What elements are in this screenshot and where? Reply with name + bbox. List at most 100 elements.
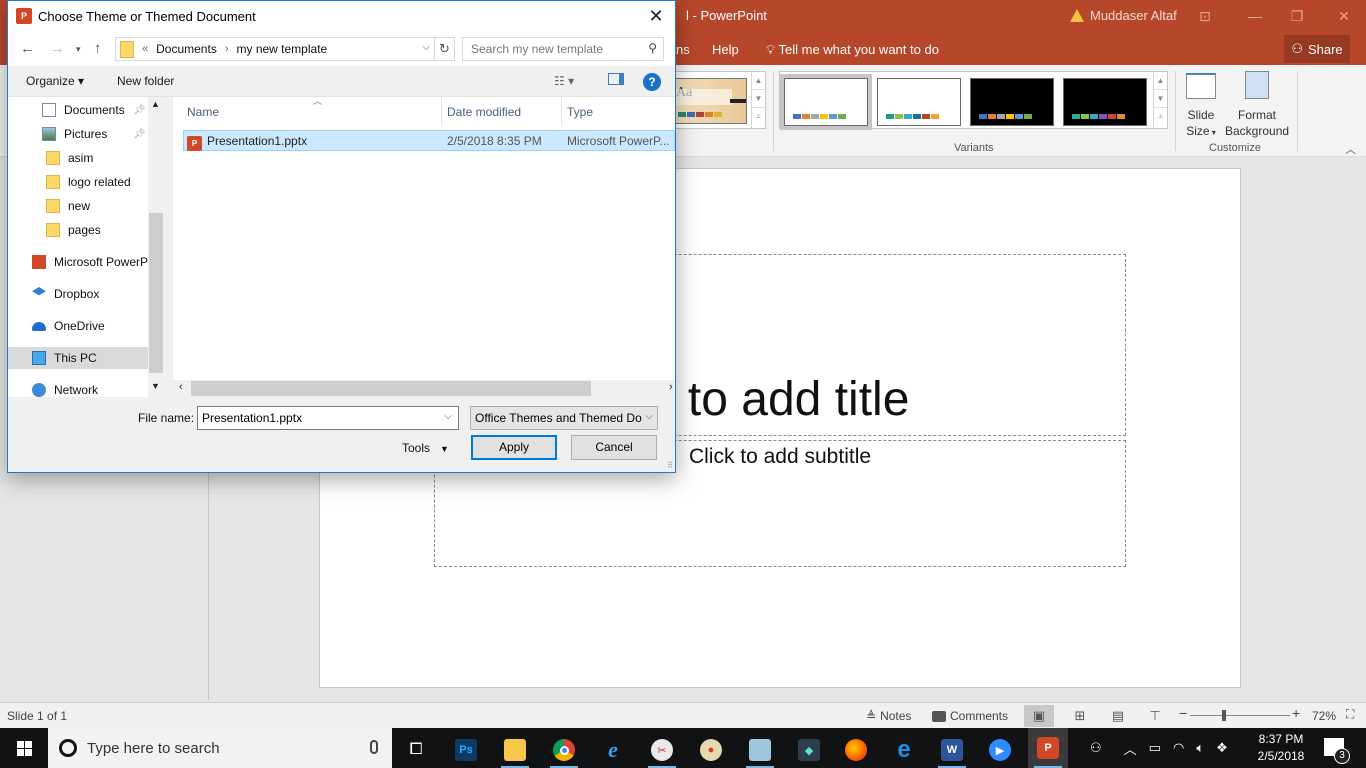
preview-pane-icon[interactable] — [608, 73, 624, 88]
back-arrow-icon[interactable]: ← — [20, 40, 35, 57]
zoom-slider-thumb[interactable] — [1222, 710, 1227, 721]
dropbox-tray-icon[interactable]: ❖ — [1216, 740, 1228, 756]
zoom-level[interactable]: 72% — [1312, 709, 1336, 723]
taskbar-app-chrome[interactable] — [544, 732, 584, 768]
folder-search-input[interactable]: Search my new template ⚲ — [462, 37, 664, 61]
nav-item-network[interactable]: Network — [8, 379, 148, 397]
resize-grip-icon[interactable]: ⠿ — [667, 461, 673, 470]
nav-item-documents[interactable]: Documents 📌︎ — [8, 99, 148, 121]
nav-pane-scroll-thumb[interactable] — [149, 213, 163, 373]
tell-me-search[interactable]: 💡︎ Tell me what you want to do — [766, 42, 939, 58]
up-arrow-icon[interactable]: ↑ — [94, 40, 102, 57]
variant-4[interactable] — [1063, 78, 1147, 126]
nav-item-pictures[interactable]: Pictures 📌︎ — [8, 123, 148, 145]
slideshow-icon[interactable]: ⊤ — [1140, 705, 1170, 727]
nav-item-microsoft-powerp[interactable]: Microsoft PowerP — [8, 251, 148, 273]
column-divider[interactable] — [441, 97, 442, 125]
ribbon-display-options-icon[interactable]: ⊡ — [1195, 6, 1215, 26]
file-type-select[interactable]: Office Themes and Themed Do ⌵ — [470, 406, 658, 430]
battery-icon[interactable]: ▭ — [1149, 740, 1161, 756]
comments-button[interactable]: Comments — [932, 709, 1008, 723]
nav-item-onedrive[interactable]: OneDrive — [8, 315, 148, 337]
variant-3[interactable] — [970, 78, 1054, 126]
taskbar-search[interactable]: Type here to search — [48, 728, 392, 768]
address-bar[interactable]: « Documents › my new template ⌵ ↻ — [115, 37, 455, 61]
dialog-close-button[interactable]: ✕ — [645, 5, 667, 27]
recent-locations-icon[interactable]: ▾ — [76, 44, 81, 55]
show-hidden-icons[interactable]: ︿ — [1124, 739, 1137, 758]
search-icon[interactable]: ⚲ — [648, 41, 657, 55]
taskbar-app-powerpoint[interactable]: P — [1028, 728, 1068, 768]
zoom-in-button[interactable]: + — [1292, 705, 1300, 721]
forward-arrow-icon[interactable]: → — [50, 40, 65, 57]
column-divider[interactable] — [561, 97, 562, 125]
column-header-date[interactable]: Date modified — [447, 105, 521, 119]
scroll-up-icon[interactable]: ▲ — [1154, 72, 1167, 90]
tab-animations-partial[interactable]: ns — [676, 42, 690, 57]
nav-item-new[interactable]: new — [8, 195, 148, 217]
apply-button[interactable]: Apply — [471, 435, 557, 460]
file-name-input[interactable]: Presentation1.pptx ⌵ — [197, 406, 459, 430]
file-list-hscrollbar[interactable]: ‹ › — [173, 380, 675, 397]
more-icon[interactable]: ⩡ — [1154, 108, 1167, 126]
scroll-down-icon[interactable]: ▼ — [151, 381, 160, 391]
scroll-right-icon[interactable]: › — [669, 381, 673, 393]
themes-gallery-scroll[interactable]: ▲ ▼ ⩡ — [751, 72, 765, 128]
refresh-icon[interactable]: ↻ — [434, 38, 454, 60]
chevron-down-icon[interactable]: ⌵ — [444, 411, 452, 422]
share-button[interactable]: ⚇ Share — [1284, 35, 1350, 63]
zoom-out-button[interactable]: − — [1179, 705, 1187, 721]
taskbar-app-snipping[interactable]: ✂ — [642, 732, 682, 768]
variant-2[interactable] — [877, 78, 961, 126]
scroll-down-icon[interactable]: ▼ — [1154, 90, 1167, 108]
reading-view-icon[interactable]: ▤ — [1103, 705, 1133, 727]
nav-item-logo-related[interactable]: logo related — [8, 171, 148, 193]
variants-gallery[interactable]: ▲ ▼ ⩡ — [779, 71, 1168, 130]
column-header-name[interactable]: Name — [187, 105, 219, 119]
wifi-icon[interactable]: ◠ — [1173, 740, 1184, 756]
new-folder-button[interactable]: New folder — [117, 74, 174, 88]
fit-to-window-icon[interactable]: ⛶ — [1346, 707, 1354, 722]
nav-pane-scrollbar[interactable]: ▲ ▼ — [148, 97, 164, 397]
zoom-slider[interactable] — [1190, 715, 1290, 716]
volume-icon[interactable]: 🔈︎ — [1196, 740, 1204, 756]
tab-help[interactable]: Help — [712, 42, 739, 57]
taskbar-app-internet-explorer[interactable]: e — [593, 732, 633, 768]
pin-icon[interactable]: 📌︎ — [133, 129, 146, 140]
dialog-titlebar[interactable]: P Choose Theme or Themed Document ✕ — [8, 1, 675, 32]
start-button[interactable] — [0, 728, 48, 768]
microphone-icon[interactable] — [370, 740, 378, 754]
variant-1[interactable] — [780, 74, 872, 130]
clock[interactable]: 8:37 PM 2/5/2018 — [1250, 731, 1312, 765]
people-icon[interactable]: ⚇ — [1090, 740, 1102, 756]
address-history-dropdown-icon[interactable]: ⌵ — [422, 42, 430, 53]
taskbar-app-file-explorer[interactable] — [495, 732, 535, 768]
taskbar-app-paint[interactable]: ● — [691, 732, 731, 768]
task-view-button[interactable]: ⧠ — [396, 732, 436, 768]
taskbar-app-filmora[interactable]: ◆ — [789, 732, 829, 768]
file-row[interactable]: P Presentation1.pptx 2/5/2018 8:35 PM Mi… — [183, 130, 675, 151]
scroll-down-icon[interactable]: ▼ — [752, 90, 765, 108]
nav-item-asim[interactable]: asim — [8, 147, 148, 169]
taskbar-app-firefox[interactable] — [836, 732, 876, 768]
tools-menu[interactable]: Tools ▼ — [402, 441, 449, 455]
slide-size-button[interactable]: Slide Size ▾ — [1183, 71, 1219, 141]
close-window-button[interactable]: ✕ — [1334, 6, 1354, 26]
restore-button[interactable]: ❐ — [1287, 6, 1307, 26]
user-account[interactable]: Muddaser Altaf — [1070, 8, 1177, 23]
breadcrumb-overflow[interactable]: « — [142, 43, 148, 55]
notes-button[interactable]: ≜ Notes — [866, 709, 911, 723]
format-background-button[interactable]: Format Background — [1225, 71, 1289, 139]
nav-item-dropbox[interactable]: Dropbox — [8, 283, 148, 305]
minimize-button[interactable]: — — [1245, 6, 1265, 26]
nav-item-this-pc[interactable]: This PC — [8, 347, 148, 369]
column-header-type[interactable]: Type — [567, 105, 593, 119]
scroll-up-icon[interactable]: ▲ — [151, 99, 160, 109]
help-icon[interactable]: ? — [643, 73, 661, 91]
scroll-up-icon[interactable]: ▲ — [752, 72, 765, 90]
taskbar-app-zoom[interactable]: ▶ — [980, 732, 1020, 768]
scroll-left-icon[interactable]: ‹ — [179, 381, 183, 393]
normal-view-icon[interactable]: ▣ — [1024, 705, 1054, 727]
collapse-ribbon-icon[interactable]: ︿ — [1345, 141, 1356, 157]
cancel-button[interactable]: Cancel — [571, 435, 657, 460]
